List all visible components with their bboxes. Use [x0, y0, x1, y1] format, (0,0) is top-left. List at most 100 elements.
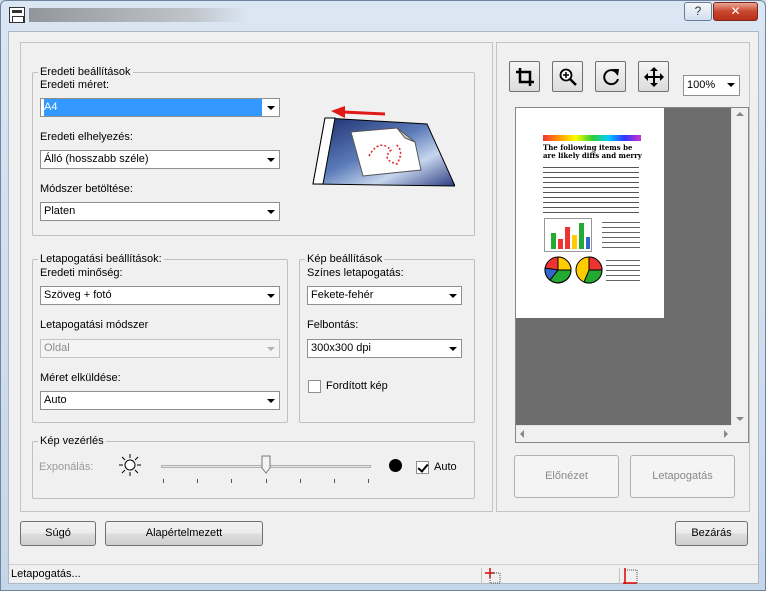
slider-tick — [197, 479, 198, 483]
rotate-icon — [603, 69, 619, 86]
resolution-value: 300x300 dpi — [311, 342, 371, 354]
origin-position-icon — [485, 568, 501, 584]
dark-circle-icon — [389, 459, 402, 472]
status-separator — [619, 568, 620, 585]
scan-method-label: Letapogatási módszer — [40, 319, 149, 331]
scan-button[interactable]: Letapogatás — [630, 455, 735, 498]
move-button[interactable] — [638, 61, 669, 92]
scanner-app-icon — [9, 7, 25, 23]
slider-tick — [163, 479, 164, 483]
scroll-left-icon — [520, 430, 524, 438]
rotate-button[interactable] — [595, 61, 626, 92]
chevron-down-icon — [262, 99, 279, 116]
preview-panel: 100% The following items be are likely d… — [496, 42, 750, 512]
slider-tick — [300, 479, 301, 483]
status-separator — [481, 568, 482, 585]
original-size-select[interactable]: A4 — [40, 98, 280, 117]
scroll-corner — [731, 425, 748, 442]
preview-area[interactable]: The following items be are likely diffs … — [515, 107, 749, 443]
doc-side-text — [602, 220, 640, 252]
quality-select[interactable]: Szöveg + fotó — [40, 286, 280, 305]
chevron-down-icon — [262, 392, 279, 409]
feed-method-select[interactable]: Platen — [40, 202, 280, 221]
quality-label: Eredeti minőség: — [40, 267, 123, 279]
chevron-down-icon — [444, 287, 461, 304]
doc-pie-charts — [544, 256, 603, 284]
doc-heading: The following items be are likely diffs … — [543, 144, 642, 160]
slider-tick — [334, 479, 335, 483]
chevron-down-icon — [722, 76, 739, 95]
orientation-label: Eredeti elhelyezés: — [40, 131, 133, 143]
sun-icon — [119, 454, 141, 476]
preview-horizontal-scrollbar[interactable] — [516, 425, 732, 442]
auto-exposure-label: Auto — [434, 461, 457, 473]
original-settings-legend: Eredeti beállítások — [40, 66, 131, 78]
scanner-window: ? ✕ Eredeti beállítások Eredeti méret: A… — [0, 0, 766, 591]
color-mode-select[interactable]: Fekete-fehér — [307, 286, 462, 305]
original-size-value: A4 — [44, 99, 265, 116]
doc-side-text — [606, 258, 640, 284]
scan-method-value: Oldal — [44, 342, 70, 354]
zoom-value: 100% — [687, 79, 716, 91]
feed-method-label: Módszer betöltése: — [40, 183, 133, 195]
dialog-client: Eredeti beállítások Eredeti méret: A4 Er… — [8, 31, 759, 585]
quality-value: Szöveg + fotó — [44, 289, 112, 301]
resolution-select[interactable]: 300x300 dpi — [307, 339, 462, 358]
defaults-button[interactable]: Alapértelmezett — [105, 521, 263, 546]
crop-icon — [516, 68, 534, 86]
settings-panel: Eredeti beállítások Eredeti méret: A4 Er… — [20, 42, 493, 512]
slider-tick — [368, 479, 369, 483]
feed-method-value: Platen — [44, 205, 76, 217]
zoom-in-icon — [559, 68, 577, 86]
status-bar: Letapogatás... — [9, 564, 758, 585]
image-control-legend: Kép vezérlés — [40, 435, 104, 447]
slider-tick — [266, 479, 267, 483]
chevron-down-icon — [444, 340, 461, 357]
help-title-button[interactable]: ? — [684, 2, 712, 21]
color-mode-label: Színes letapogatás: — [307, 267, 404, 279]
scanner-illustration-icon — [312, 106, 455, 187]
scan-settings-legend: Letapogatási beállítások: — [40, 253, 162, 265]
zoom-select[interactable]: 100% — [683, 75, 740, 96]
auto-exposure-checkbox[interactable] — [416, 461, 429, 474]
invert-image-label: Fordított kép — [326, 380, 388, 392]
help-button[interactable]: Súgó — [20, 521, 96, 546]
preview-vertical-scrollbar[interactable] — [731, 108, 748, 425]
scroll-down-icon — [736, 417, 744, 421]
image-settings-legend: Kép beállítások — [307, 253, 383, 265]
chevron-down-icon — [262, 151, 279, 168]
doc-text-block — [543, 165, 639, 213]
exposure-slider-thumb[interactable] — [261, 455, 271, 474]
close-button[interactable]: Bezárás — [675, 521, 748, 546]
exposure-label: Exponálás: — [39, 461, 94, 473]
title-bar: ? ✕ — [1, 1, 765, 29]
invert-image-checkbox[interactable] — [308, 380, 321, 393]
color-bar — [543, 135, 641, 141]
scroll-right-icon — [724, 430, 728, 438]
orientation-value: Álló (hosszabb széle) — [44, 153, 149, 165]
zoom-button[interactable] — [552, 61, 583, 92]
scan-method-select[interactable]: Oldal — [40, 339, 280, 358]
send-size-value: Auto — [44, 394, 67, 406]
preview-canvas: The following items be are likely diffs … — [516, 108, 732, 425]
send-size-select[interactable]: Auto — [40, 391, 280, 410]
slider-tick — [231, 479, 232, 483]
color-mode-value: Fekete-fehér — [311, 289, 374, 301]
original-size-label: Eredeti méret: — [40, 79, 110, 91]
preview-button[interactable]: Előnézet — [514, 455, 619, 498]
resolution-label: Felbontás: — [307, 319, 359, 331]
close-title-button[interactable]: ✕ — [713, 2, 758, 21]
preview-page: The following items be are likely diffs … — [516, 108, 664, 318]
scan-size-icon — [623, 568, 638, 584]
send-size-label: Méret elküldése: — [40, 372, 121, 384]
move-icon — [644, 67, 664, 87]
crop-button[interactable] — [509, 61, 540, 92]
chevron-down-icon — [262, 287, 279, 304]
chevron-down-icon — [262, 203, 279, 220]
orientation-select[interactable]: Álló (hosszabb széle) — [40, 150, 280, 169]
chevron-down-icon — [262, 340, 279, 357]
window-title — [29, 8, 247, 22]
doc-bar-chart — [544, 218, 592, 252]
status-text: Letapogatás... — [11, 568, 81, 580]
scroll-up-icon — [736, 112, 744, 116]
